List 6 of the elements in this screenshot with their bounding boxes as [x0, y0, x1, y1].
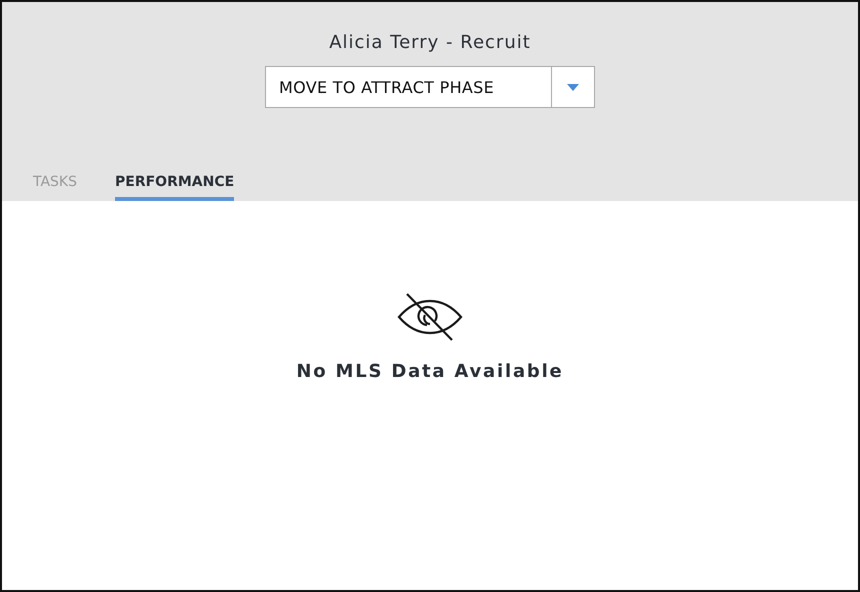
- caret-icon: [567, 84, 579, 90]
- empty-state-message: No MLS Data Available: [296, 361, 564, 382]
- hidden-eye-icon: [397, 293, 463, 341]
- tab[interactable]: PERFORMANCE: [115, 174, 234, 201]
- phase-dropdown[interactable]: MOVE TO ATTRACT PHASE: [265, 66, 595, 108]
- contact-title: Alicia Terry - Recruit: [329, 32, 531, 53]
